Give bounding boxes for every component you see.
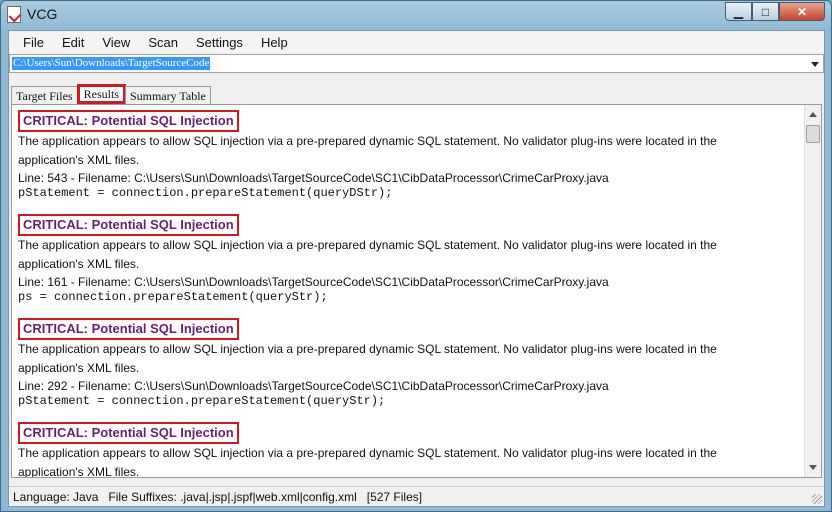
tab-results[interactable]: Results [76,84,126,104]
finding-location: Line: 292 - Filename: C:\Users\Sun\Downl… [18,379,609,393]
finding-item: CRITICAL: Potential SQL Injection The ap… [18,421,798,478]
menu-settings[interactable]: Settings [188,33,251,52]
vertical-scrollbar[interactable] [804,105,821,477]
status-bar: Language: Java File Suffixes: .java|.jsp… [9,486,824,506]
tab-target-files[interactable]: Target Files [11,86,78,104]
resize-grip-icon[interactable] [812,494,822,504]
finding-description: The application appears to allow SQL inj… [18,134,717,167]
finding-item: CRITICAL: Potential SQL Injection The ap… [18,109,798,213]
finding-title: CRITICAL: Potential SQL Injection [18,318,239,340]
tab-strip: Target Files Results Summary Table [11,84,211,104]
menu-edit[interactable]: Edit [54,33,92,52]
finding-title: CRITICAL: Potential SQL Injection [18,422,239,444]
close-button[interactable]: ✕ [779,2,825,21]
title-bar[interactable]: VCG ▁ □ ✕ [1,1,831,29]
finding-description: The application appears to allow SQL inj… [18,446,717,478]
window-controls: ▁ □ ✕ [725,2,825,21]
results-panel[interactable]: CRITICAL: Potential SQL Injection The ap… [11,104,822,478]
status-text: Language: Java File Suffixes: .java|.jsp… [13,489,423,504]
menu-bar: File Edit View Scan Settings Help [9,31,824,53]
menu-help[interactable]: Help [253,33,296,52]
minimize-icon: ▁ [733,4,744,19]
results-list: CRITICAL: Potential SQL Injection The ap… [18,109,798,478]
app-icon [7,6,21,23]
target-path-combobox[interactable]: C:\Users\Sun\Downloads\TargetSourceCode [9,54,824,73]
finding-item: CRITICAL: Potential SQL Injection The ap… [18,213,798,317]
menu-scan[interactable]: Scan [140,33,186,52]
menu-file[interactable]: File [15,33,52,52]
menu-view[interactable]: View [94,33,138,52]
scroll-up-icon[interactable] [809,112,817,117]
finding-description: The application appears to allow SQL inj… [18,238,717,271]
finding-item: CRITICAL: Potential SQL Injection The ap… [18,317,798,421]
finding-location: Line: 161 - Filename: C:\Users\Sun\Downl… [18,275,609,289]
minimize-button[interactable]: ▁ [725,2,752,21]
tab-summary-table[interactable]: Summary Table [124,86,211,104]
maximize-icon: □ [761,4,770,19]
scroll-thumb[interactable] [806,125,820,143]
finding-code: pStatement = connection.prepareStatement… [18,394,386,408]
window-title: VCG [27,6,58,22]
finding-title: CRITICAL: Potential SQL Injection [18,214,239,236]
target-path-value: C:\Users\Sun\Downloads\TargetSourceCode [12,57,211,70]
maximize-button[interactable]: □ [752,2,779,21]
finding-location: Line: 543 - Filename: C:\Users\Sun\Downl… [18,171,609,185]
finding-code: pStatement = connection.prepareStatement… [18,186,393,200]
finding-code: ps = connection.prepareStatement(querySt… [18,290,328,304]
chevron-down-icon[interactable] [811,62,819,67]
client-area: File Edit View Scan Settings Help C:\Use… [8,30,825,507]
finding-description: The application appears to allow SQL inj… [18,342,717,375]
close-icon: ✕ [796,4,808,19]
app-window: VCG ▁ □ ✕ File Edit View Scan Settings H… [0,0,832,512]
finding-title: CRITICAL: Potential SQL Injection [18,110,239,132]
scroll-down-icon[interactable] [809,465,817,470]
